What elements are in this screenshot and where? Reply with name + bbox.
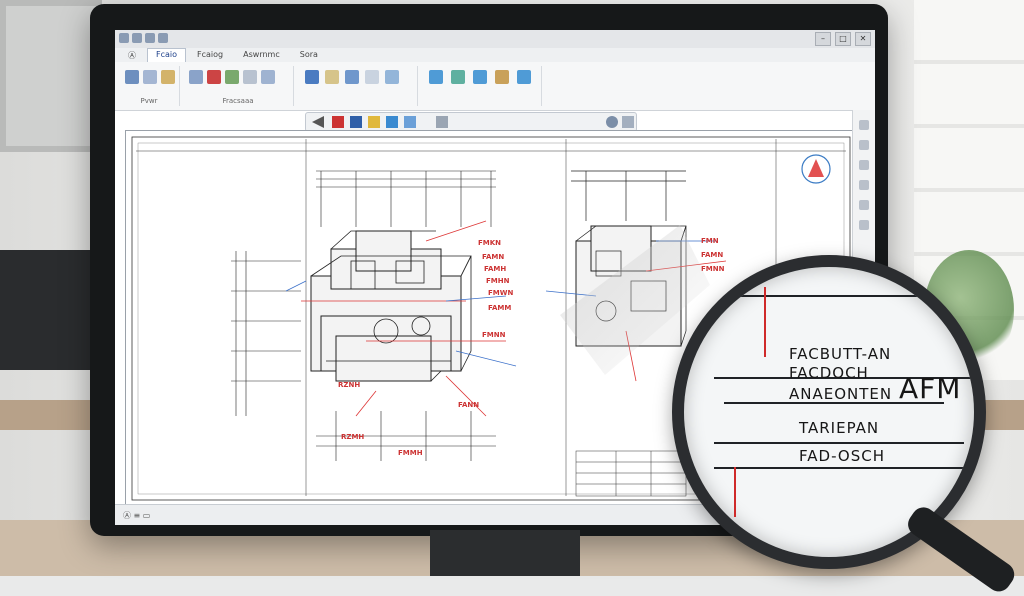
layer-icon[interactable] [429,70,443,84]
trim-icon[interactable] [207,70,221,84]
magnified-label: TARIEPAN [799,419,880,437]
move-icon[interactable] [189,70,203,84]
magnified-label: FACBUTT-AN [789,345,892,363]
ribbon-group-modify: Fracsaaa [183,66,294,106]
highlight-icon[interactable] [368,116,380,128]
layer-properties-icon[interactable] [451,70,465,84]
print-icon[interactable] [158,33,168,43]
ribbon-group-label: Fracsaaa [222,97,254,105]
ribbon-group-annotation [297,66,418,106]
background-monitor [0,250,95,370]
circle-icon[interactable] [161,70,175,84]
callout-label: RZNH [338,381,361,389]
ribbon-group-draw: Pvwr [119,66,180,106]
title-bar: – □ ✕ [115,30,875,49]
callout-label: FMNN [482,331,506,339]
hatch-icon[interactable] [385,70,399,84]
callout-label: FAMH [484,265,507,273]
magnified-dimension-line [714,467,974,469]
callout-label: FMWN [488,289,514,297]
callout-label: FAMN [482,253,505,261]
copy-icon[interactable] [225,70,239,84]
mirror-icon[interactable] [261,70,275,84]
leader-icon[interactable] [345,70,359,84]
search-icon[interactable] [606,116,618,128]
background-wall-frame [0,0,102,152]
callout-label: FMNN [701,265,725,273]
callout-label: FMMH [398,449,423,457]
ribbon-group-label: Pvwr [140,97,158,105]
magnified-dimension-line [714,442,964,444]
text-style-icon[interactable] [332,116,344,128]
table-icon[interactable] [365,70,379,84]
minimize-button[interactable]: – [815,32,831,46]
quick-access-toolbar [119,33,168,43]
tab-insert[interactable]: Fcaiog [188,48,232,62]
tab-view[interactable]: Sora [291,48,327,62]
callout-label: RZMH [341,433,365,441]
magnified-label: FACDOCH [789,364,869,382]
magnified-red-line [734,467,736,517]
text-icon[interactable] [325,70,339,84]
isolate-layer-icon[interactable] [517,70,531,84]
layer-states-icon[interactable] [473,70,487,84]
callout-label: FAMM [488,304,512,312]
magnified-dimension-line [714,295,974,297]
rotate-icon[interactable] [243,70,257,84]
callout-label: FMHN [486,277,510,285]
ribbon-panel: Pvwr Fracsaaa [115,62,875,111]
match-layer-icon[interactable] [495,70,509,84]
save-icon[interactable] [119,33,129,43]
monitor-stand [430,530,580,576]
tab-annotate[interactable]: Aswrnmc [234,48,289,62]
line-icon[interactable] [125,70,139,84]
callout-label: FANN [458,401,480,409]
status-text: Ⓐ ≡ ▭ [123,511,151,520]
ribbon-tabs: Ⓐ Fcaio Fcaiog Aswrnmc Sora [115,48,875,62]
palette-tool-icon[interactable] [859,180,869,190]
palette-tool-icon[interactable] [859,160,869,170]
snap-icon[interactable] [404,116,416,128]
callout-label: FMKN [478,239,502,247]
magnified-label: AFM [899,372,962,405]
magnified-label: FAD-OSCH [799,447,885,465]
redo-icon[interactable] [145,33,155,43]
close-button[interactable]: ✕ [855,32,871,46]
polyline-icon[interactable] [143,70,157,84]
callout-label: FAMN [701,251,724,259]
callout-label: FMN [701,237,719,245]
maximize-button[interactable]: □ [835,32,851,46]
palette-tool-icon[interactable] [859,200,869,210]
ribbon-group-layers [421,66,542,106]
settings-icon[interactable] [436,116,448,128]
tab-app-menu[interactable]: Ⓐ [119,48,145,62]
tab-home[interactable]: Fcaio [147,48,187,62]
command-toolbar [305,112,637,132]
dimension-icon[interactable] [305,70,319,84]
palette-tool-icon[interactable] [859,140,869,150]
window-controls: – □ ✕ [815,32,871,46]
arrow-left-icon[interactable] [312,116,324,128]
magnified-label: ANAEONTEN [789,385,893,403]
insert-block-icon[interactable] [386,116,398,128]
undo-icon[interactable] [132,33,142,43]
palette-tool-icon[interactable] [859,120,869,130]
palette-tool-icon[interactable] [859,220,869,230]
help-icon[interactable] [622,116,634,128]
annotation-icon[interactable] [350,116,362,128]
magnified-red-line [764,287,766,357]
